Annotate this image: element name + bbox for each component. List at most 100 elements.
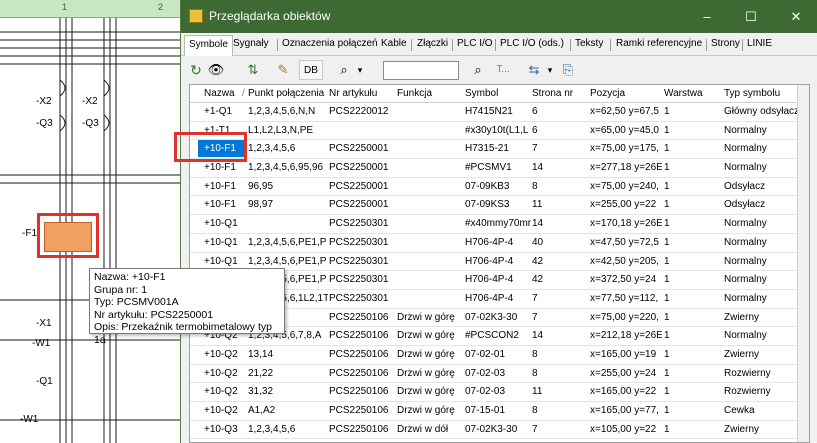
minimize-button[interactable]: –: [685, 0, 729, 33]
maximize-button[interactable]: ☐: [729, 0, 773, 33]
table-cell-warstwa: 1: [664, 423, 670, 435]
tab-zlaczki[interactable]: Złączki: [417, 38, 448, 49]
tab-plc-io-ods[interactable]: PLC I/O (ods.): [500, 38, 564, 49]
table-row[interactable]: +10-Q3 1,2,3,4,5,6 PCS2250106 Drzwi w dół 07…: [190, 421, 809, 440]
tab-ramki-referencyjne[interactable]: Ramki referencyjne: [616, 38, 702, 49]
table-row[interactable]: +1-Q1 1,2,3,4,5,6,N,N PCS2220012 H7415N21 6 x…: [190, 103, 809, 122]
table-row[interactable]: +10-F1 1,2,3,4,5,6 PCS2250001 H7315-21 7 x=75…: [190, 140, 809, 160]
column-header-symbol[interactable]: Symbol: [465, 88, 498, 99]
tab-sygnaly[interactable]: Sygnały: [233, 38, 269, 49]
column-header-punkt-polaczenia[interactable]: Punkt połączenia: [248, 88, 324, 99]
table-cell-artykul: PCS2250106: [329, 367, 389, 379]
export-icon[interactable]: ⎘: [557, 60, 579, 80]
column-header-strona-nr[interactable]: Strona nr: [532, 88, 573, 99]
text-button[interactable]: T...: [493, 60, 513, 80]
tab-kable[interactable]: Kable: [381, 38, 407, 49]
table-cell-punkt: 1,2,3,4,5,6,95,96: [248, 162, 324, 174]
table-cell-strona: 11: [532, 386, 543, 398]
filter-settings-icon[interactable]: ⇅: [243, 60, 263, 80]
table-cell-symbol: H7415N21: [465, 106, 513, 117]
table-row[interactable]: +1-T1 L1,L2,L3,N,PE #x30y10t(L1,L 6 x=65,00 …: [190, 122, 809, 141]
schematic-canvas[interactable]: 1 2 -X2 -X2 -Q3 -Q3 -F1 -X1 -W1 -Q1 -W1: [0, 0, 180, 443]
table-row[interactable]: +10-Q1 1,2,3,4,5,6,PE1,PPCS2250301 H706-4P…: [190, 234, 809, 253]
table-row[interactable]: +10-Q2 31,32 PCS2250106 Drzwi w górę 07-02-0…: [190, 383, 809, 402]
table-cell-pozycja: x=42,50 y=205,: [590, 255, 659, 267]
column-header-funkcja[interactable]: Funkcja: [397, 88, 432, 99]
table-cell-name: +10-F1: [204, 162, 236, 174]
table-cell-strona: 7: [532, 423, 538, 435]
table-cell-strona: 7: [532, 143, 538, 155]
column-header-pozycja[interactable]: Pozycja: [590, 88, 625, 99]
table-cell-pozycja: x=255,00 y=22: [590, 199, 657, 211]
chevron-down-icon[interactable]: ▾: [545, 60, 555, 80]
chevron-down-icon[interactable]: ▾: [355, 60, 365, 80]
column-header-nr-artykulu[interactable]: Nr artykułu: [329, 88, 377, 99]
table-cell-punkt: 1,2,3,4,5,6: [248, 423, 296, 435]
table-cell-warstwa: 1: [664, 255, 670, 267]
tab-teksty[interactable]: Teksty: [575, 38, 603, 49]
eye-icon[interactable]: 👁: [207, 60, 225, 80]
edit-icon[interactable]: ✎: [273, 60, 293, 80]
table-cell-artykul: PCS2250106: [329, 405, 389, 416]
table-cell-warstwa: 1: [664, 330, 670, 342]
table-cell-pozycja: x=165,00 y=77,: [590, 405, 659, 416]
table-row[interactable]: +10-F1 98,97 PCS2250001 07-09KS3 11 x=255,00 …: [190, 196, 809, 216]
schematic-label: -Q3: [36, 118, 53, 129]
table-cell-symbol: 07-09KS3: [465, 199, 510, 211]
table-cell-typ: Zwierny: [724, 348, 760, 360]
tab-separator: [452, 39, 453, 51]
table-cell-warstwa: 1: [664, 405, 670, 416]
navigate-icon[interactable]: ⇆: [523, 60, 545, 80]
table-cell-warstwa: 1: [664, 124, 670, 136]
window-titlebar[interactable]: Przeglądarka obiektów – ☐ ✕: [181, 0, 817, 33]
table-cell-funkcja: Drzwi w górę: [397, 367, 455, 379]
table-cell-artykul: PCS2250301: [329, 292, 389, 304]
search-input[interactable]: [383, 61, 459, 80]
table-cell-strona: 42: [532, 274, 544, 286]
find-next-icon[interactable]: ⌕: [467, 60, 489, 80]
column-header-nazwa[interactable]: Nazwa: [204, 88, 235, 99]
table-cell-artykul: PCS2250301: [329, 255, 389, 267]
tab-plc-io[interactable]: PLC I/O: [457, 38, 493, 49]
close-button[interactable]: ✕: [774, 0, 817, 33]
table-cell-pozycja: x=47,50 y=72,5: [590, 236, 659, 248]
tab-bar: Symbole Sygnały Oznaczenia połączeń Kabl…: [181, 33, 817, 57]
table-cell-symbol: H706-4P-4: [465, 274, 514, 286]
table-cell-artykul: PCS2250106: [329, 423, 389, 435]
tab-symbole[interactable]: Symbole: [184, 35, 233, 57]
tab-separator: [495, 39, 496, 51]
table-cell-funkcja: Drzwi w górę: [397, 311, 455, 323]
tooltip-line: Opis: Przekaźnik termobimetalowy typ 1a: [94, 321, 272, 346]
table-row[interactable]: +10-Q1 PCS2250301 #x40mmy70mr 14 x=170,18 y=…: [190, 215, 809, 234]
table-row[interactable]: +10-Q2 A1,A2 PCS2250106 Drzwi w górę 07-15-0…: [190, 402, 809, 421]
table-cell-name: +10-Q1: [204, 236, 238, 248]
table-cell-pozycja: x=105,00 y=22: [590, 423, 657, 435]
table-row[interactable]: +10-F1 1,2,3,4,5,6,95,96 PCS2250001 #PCSMV1…: [190, 159, 809, 178]
schematic-label: -Q1: [36, 376, 53, 387]
table-cell-typ: Normalny: [724, 274, 767, 286]
component-highlight: [37, 213, 99, 258]
table-cell-symbol: 07-02K3-30: [465, 311, 518, 323]
table-cell-artykul: PCS2250001: [329, 162, 389, 174]
tab-strony[interactable]: Strony: [711, 38, 740, 49]
table-row[interactable]: +10-Q2 21,22 PCS2250106 Drzwi w górę 07-02-0…: [190, 365, 809, 384]
tab-separator: [411, 39, 412, 51]
table-cell-typ: Normalny: [724, 255, 767, 267]
table-cell-symbol: 07-02-03: [465, 386, 506, 398]
binoculars-icon[interactable]: ⌕: [333, 60, 355, 80]
table-cell-strona: 7: [532, 292, 538, 304]
vertical-scrollbar[interactable]: [797, 85, 809, 442]
database-button[interactable]: DB: [299, 60, 323, 80]
table-cell-symbol: #PCSCON2: [465, 330, 519, 342]
table-cell-strona: 14: [532, 330, 544, 342]
refresh-icon[interactable]: ↻: [187, 60, 205, 80]
table-row[interactable]: +10-Q2 13,14 PCS2250106 Drzwi w górę 07-02-0…: [190, 346, 809, 365]
tab-oznaczenia-polaczen[interactable]: Oznaczenia połączeń: [282, 38, 378, 49]
table-row[interactable]: +10-F1 96,95 PCS2250001 07-09KB3 8 x=75,00 y=…: [190, 178, 809, 197]
table-cell-name: +10-Q2: [204, 386, 238, 398]
table-cell-warstwa: 1: [664, 367, 670, 379]
column-header-typ-symbolu[interactable]: Typ symbolu: [724, 88, 780, 99]
column-header-warstwa[interactable]: Warstwa: [664, 88, 703, 99]
table-cell-typ: Normalny: [724, 236, 767, 248]
tab-linie[interactable]: LINIE: [747, 38, 772, 49]
